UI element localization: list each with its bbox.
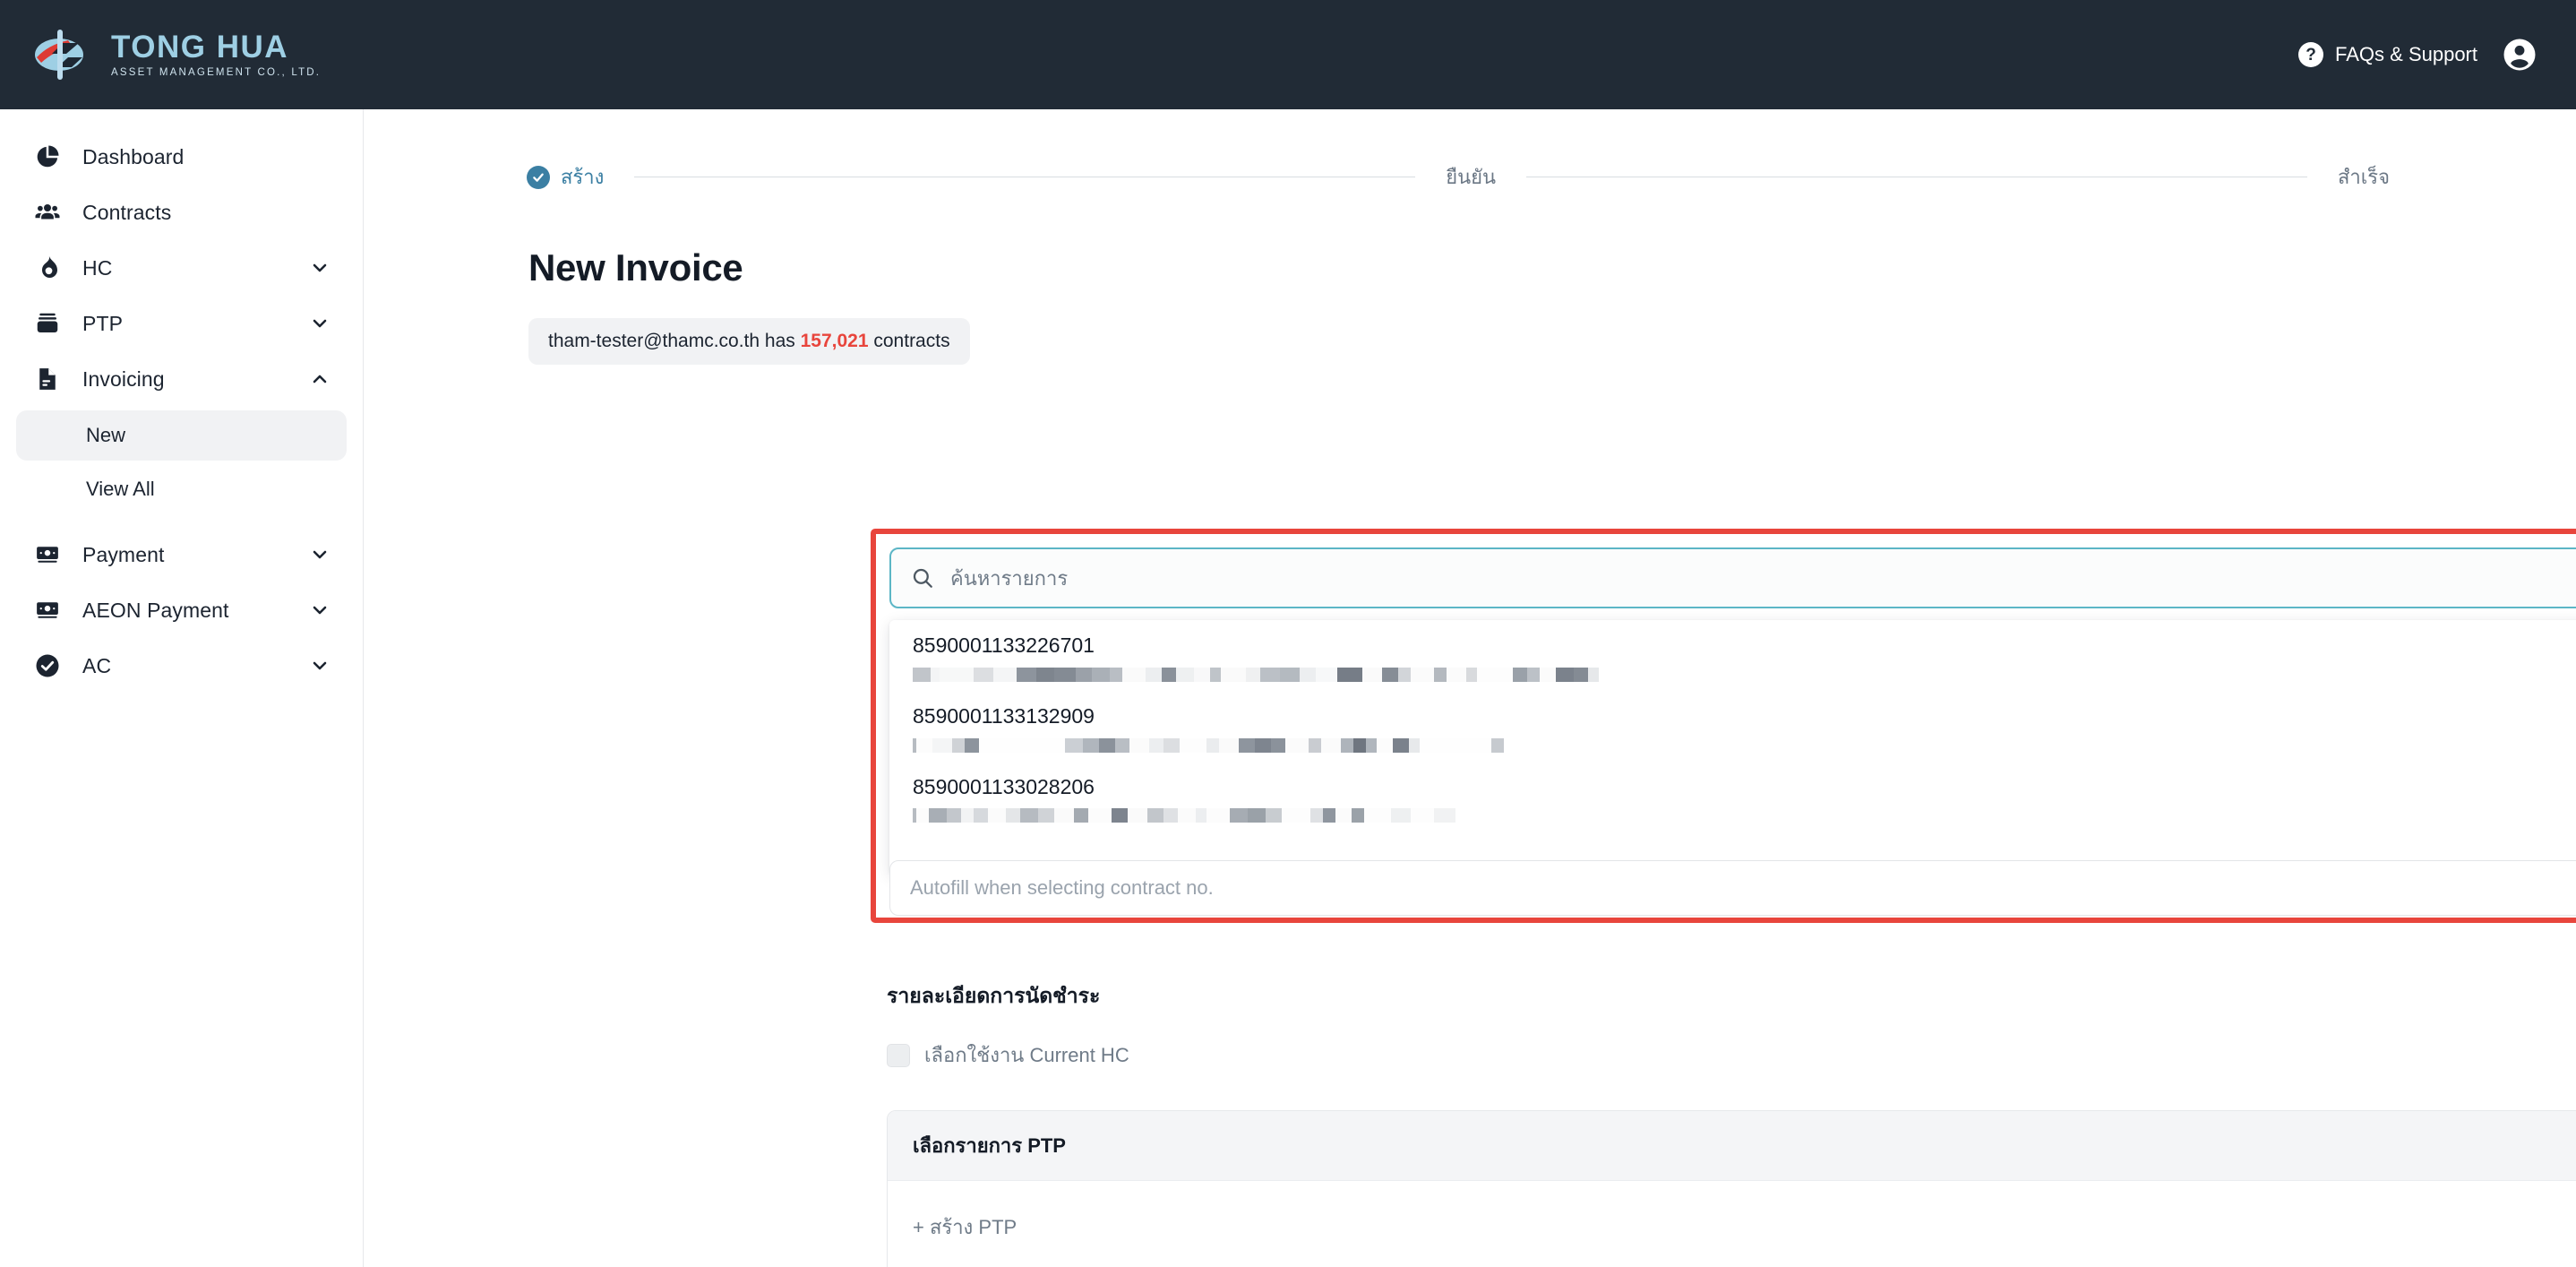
step-success[interactable]: สำเร็จ xyxy=(2338,161,2390,193)
main-content: สร้าง ยืนยัน สำเร็จ New Invoice tham-tes… xyxy=(364,109,2576,1267)
faqs-support-link[interactable]: ? FAQs & Support xyxy=(2298,42,2477,67)
sidebar-subitem-new[interactable]: New xyxy=(16,410,347,461)
sidebar-item-label: AC xyxy=(82,654,111,678)
brand-logo[interactable]: TONG HUA ASSET MANAGEMENT CO., LTD. xyxy=(32,27,321,82)
flame-icon xyxy=(32,253,63,283)
search-icon xyxy=(911,566,934,590)
sidebar: Dashboard Contracts HC xyxy=(0,109,364,1267)
sidebar-item-label: AEON Payment xyxy=(82,599,229,623)
sidebar-item-label: HC xyxy=(82,256,112,280)
ptp-accordion: เลือกรายการ PTP + สร้าง PTP xyxy=(887,1110,2576,1267)
ptp-accordion-header[interactable]: เลือกรายการ PTP xyxy=(888,1111,2576,1181)
chevron-down-icon[interactable] xyxy=(309,655,331,677)
step-confirm[interactable]: ยืนยัน xyxy=(1446,161,1496,193)
chevron-down-icon[interactable] xyxy=(309,313,331,334)
contract-count-value: 157,021 xyxy=(801,331,869,351)
sidebar-item-ptp[interactable]: PTP xyxy=(16,296,347,351)
sidebar-item-contracts[interactable]: Contracts xyxy=(16,185,347,240)
pie-chart-icon xyxy=(32,142,63,172)
current-hc-checkbox[interactable] xyxy=(887,1044,910,1067)
sidebar-item-label: Contracts xyxy=(82,201,171,225)
current-hc-checkbox-row[interactable]: เลือกใช้งาน Current HC xyxy=(887,1039,1129,1071)
contract-count-badge: tham-tester@thamc.co.th has 157,021 cont… xyxy=(528,318,970,365)
step-label: สำเร็จ xyxy=(2338,161,2390,193)
step-label: ยืนยัน xyxy=(1446,161,1496,193)
current-hc-label: เลือกใช้งาน Current HC xyxy=(924,1039,1129,1071)
banknote-icon xyxy=(32,595,63,625)
chevron-down-icon[interactable] xyxy=(309,544,331,565)
sidebar-spacer xyxy=(0,518,363,527)
contract-count-prefix: tham-tester@thamc.co.th has xyxy=(548,331,795,351)
list-item[interactable]: 8590001133226701 xyxy=(889,620,2576,691)
sidebar-item-aeon-payment[interactable]: AEON Payment xyxy=(16,582,347,638)
people-icon xyxy=(32,197,63,228)
autofill-input[interactable]: Autofill when selecting contract no. xyxy=(889,860,2576,916)
sidebar-item-payment[interactable]: Payment xyxy=(16,527,347,582)
brand-title: TONG HUA xyxy=(111,31,321,65)
faqs-support-label: FAQs & Support xyxy=(2335,43,2477,66)
search-input[interactable]: ค้นหารายการ xyxy=(889,547,2576,608)
progress-stepper: สร้าง ยืนยัน สำเร็จ xyxy=(527,161,2390,193)
account-circle-icon[interactable] xyxy=(2501,36,2538,73)
sidebar-item-label: Dashboard xyxy=(82,145,184,169)
contract-number: 8590001133226701 xyxy=(913,633,2576,659)
banknote-icon xyxy=(32,539,63,570)
contract-count-suffix: contracts xyxy=(873,331,949,351)
page-title: New Invoice xyxy=(528,246,2576,289)
step-label: สร้าง xyxy=(561,161,604,193)
step-create[interactable]: สร้าง xyxy=(527,161,604,193)
document-icon xyxy=(32,364,63,394)
sidebar-item-label: Invoicing xyxy=(82,367,165,392)
redacted-detail xyxy=(913,668,2576,682)
search-placeholder: ค้นหารายการ xyxy=(950,563,1068,594)
ptp-accordion-body: + สร้าง PTP xyxy=(888,1181,2576,1267)
sidebar-item-label: PTP xyxy=(82,312,123,336)
ptp-accordion-title: เลือกรายการ PTP xyxy=(913,1130,1066,1161)
sidebar-item-ac[interactable]: AC xyxy=(16,638,347,694)
contract-number: 8590001133028206 xyxy=(913,774,2576,800)
inbox-icon xyxy=(32,308,63,339)
brand-subtitle: ASSET MANAGEMENT CO., LTD. xyxy=(111,67,321,78)
contract-search[interactable]: ค้นหารายการ xyxy=(889,547,2576,608)
create-ptp-button[interactable]: + สร้าง PTP xyxy=(913,1211,1017,1267)
list-item[interactable]: 8590001133028206 xyxy=(889,762,2576,832)
sidebar-item-invoicing[interactable]: Invoicing xyxy=(16,351,347,407)
autofill-placeholder: Autofill when selecting contract no. xyxy=(910,876,1214,900)
redacted-detail xyxy=(913,738,2576,753)
redacted-detail xyxy=(913,808,2576,823)
top-bar: TONG HUA ASSET MANAGEMENT CO., LTD. ? FA… xyxy=(0,0,2576,109)
sidebar-subitem-view-all[interactable]: View All xyxy=(16,464,347,514)
contract-number: 8590001133132909 xyxy=(913,703,2576,729)
help-icon: ? xyxy=(2298,42,2323,67)
chevron-up-icon[interactable] xyxy=(309,368,331,390)
list-item[interactable]: 8590001133132909 xyxy=(889,691,2576,762)
contract-suggestions-dropdown[interactable]: 8590001133226701 xyxy=(889,620,2576,875)
chevron-down-icon[interactable] xyxy=(309,599,331,621)
check-circle-icon xyxy=(527,166,550,189)
tong-hua-logo-icon xyxy=(32,27,97,82)
sidebar-item-dashboard[interactable]: Dashboard xyxy=(16,129,347,185)
sidebar-item-label: Payment xyxy=(82,543,164,567)
check-circle-icon xyxy=(32,651,63,681)
sidebar-item-hc[interactable]: HC xyxy=(16,240,347,296)
sidebar-subitem-label: New xyxy=(86,424,125,447)
chevron-down-icon[interactable] xyxy=(309,257,331,279)
payment-detail-heading: รายละเอียดการนัดชำระ xyxy=(887,980,1100,1013)
sidebar-subitem-label: View All xyxy=(86,478,155,501)
